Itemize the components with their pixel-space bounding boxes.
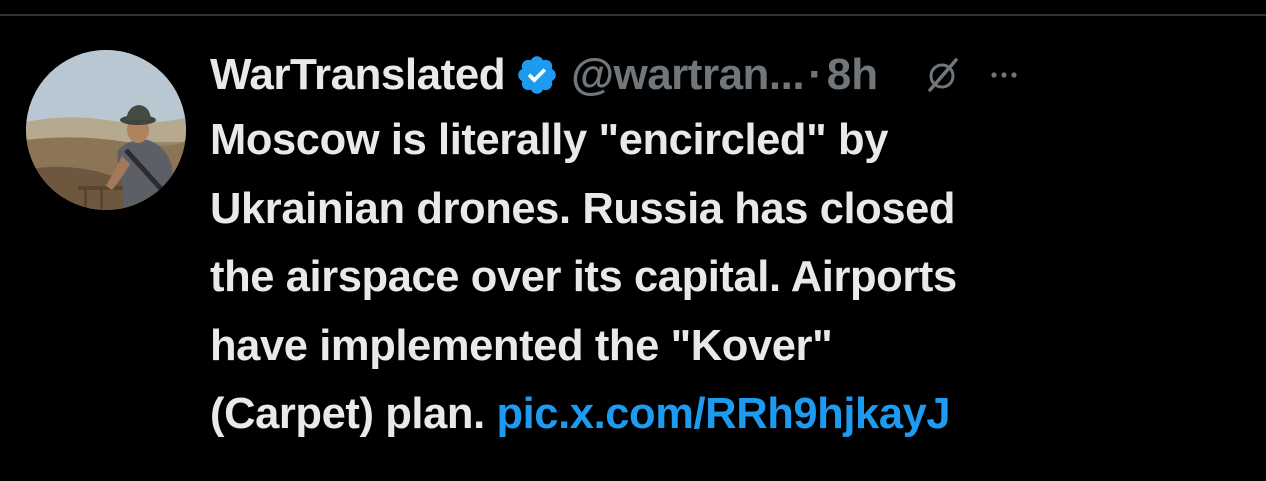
- avatar[interactable]: [26, 50, 186, 210]
- tweet-header: WarTranslated @wartran... · 8h: [210, 44, 1250, 106]
- grok-icon[interactable]: [924, 56, 962, 94]
- separator-dot: ·: [808, 50, 823, 99]
- tweet-line: the airspace over its capital. Airports: [210, 253, 957, 301]
- tweet[interactable]: WarTranslated @wartran... · 8h Moscow is…: [210, 44, 1250, 449]
- top-divider: [0, 14, 1266, 16]
- tweet-last-text: (Carpet) plan.: [210, 390, 497, 438]
- display-name[interactable]: WarTranslated: [210, 50, 506, 100]
- tweet-line: have implemented the "Kover": [210, 321, 833, 370]
- user-handle[interactable]: @wartran...: [571, 50, 805, 100]
- tweet-body: Moscow is literally "encircled" by Ukrai…: [210, 106, 1250, 449]
- tweet-line: Moscow is literally "encircled" by: [210, 116, 888, 164]
- media-link[interactable]: pic.x.com/RRh9hjkayJ: [496, 390, 950, 438]
- avatar-photo: [26, 50, 186, 210]
- tweet-line: Ukrainian drones. Russia has closed: [210, 184, 956, 233]
- tweet-line-last: (Carpet) plan. pic.x.com/RRh9hjkayJ: [210, 380, 1250, 449]
- verified-badge-icon[interactable]: [515, 53, 559, 97]
- more-options-icon[interactable]: [984, 55, 1024, 95]
- timestamp[interactable]: 8h: [827, 50, 878, 100]
